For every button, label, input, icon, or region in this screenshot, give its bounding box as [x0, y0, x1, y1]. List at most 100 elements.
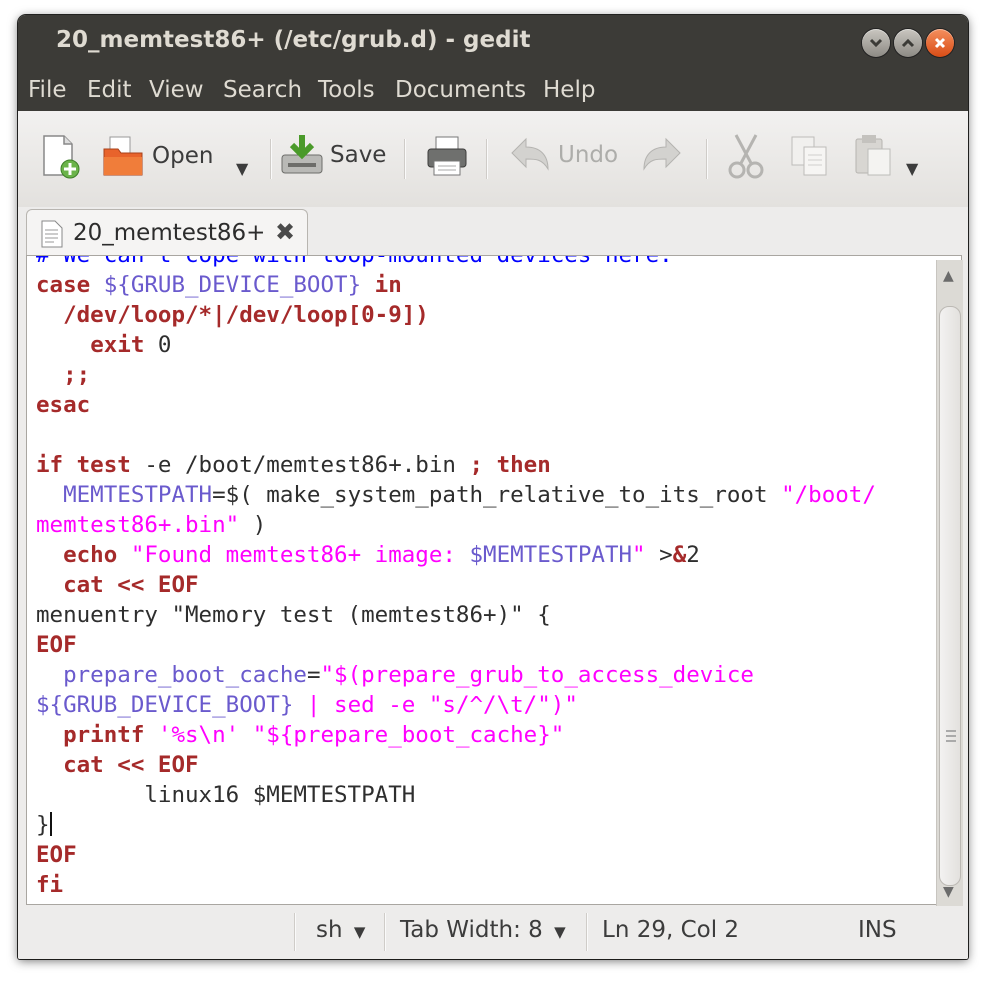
tab-close-icon[interactable]: ✖ [275, 218, 295, 246]
code-line: ;; [36, 360, 876, 390]
code-token: ; [469, 452, 484, 478]
code-token: MEMTESTPATH [63, 482, 213, 508]
menu-documents[interactable]: Documents [395, 77, 526, 103]
code-token: then [496, 452, 551, 478]
paste-button[interactable] [854, 133, 894, 177]
code-token: linux16 $MEMTESTPATH [36, 782, 416, 808]
open-recent-dropdown[interactable]: ▼ [236, 159, 248, 178]
open-label: Open [152, 143, 214, 169]
code-token: cat [63, 752, 104, 778]
code-area[interactable]: # We can't cope with loop-mounted device… [36, 255, 876, 900]
scroll-down-icon[interactable]: ▼ [943, 884, 954, 900]
redo-button[interactable] [640, 135, 684, 175]
maximize-button[interactable] [894, 29, 922, 57]
code-token: )" [550, 692, 578, 718]
code-token: in [374, 272, 402, 298]
code-token: memtest86+.bin" [36, 512, 240, 538]
grip-icon [946, 727, 956, 745]
code-line: EOF [36, 840, 876, 870]
menu-help[interactable]: Help [543, 77, 595, 103]
text-file-icon [41, 220, 63, 248]
code-line: echo "Found memtest86+ image: $MEMTESTPA… [36, 540, 876, 570]
vertical-scrollbar[interactable]: ▲ ▼ [936, 260, 963, 906]
text-editor[interactable]: # We can't cope with loop-mounted device… [26, 255, 962, 905]
save-icon [281, 135, 323, 174]
tab-bar: 20_memtest86+ ✖ [18, 207, 968, 257]
code-token: | sed -e [293, 692, 429, 718]
undo-icon [511, 137, 549, 171]
tab-label: 20_memtest86+ [73, 220, 266, 246]
code-token: ) [239, 512, 267, 538]
code-token: & [672, 542, 687, 568]
toolbar: Open ▼ Save Undo ▼ [18, 111, 968, 207]
code-token: ${GRUB_DEVICE_BOOT} [36, 692, 294, 718]
save-button[interactable]: Save [280, 133, 386, 177]
cut-icon [728, 134, 764, 179]
chevron-down-icon: ▼ [353, 923, 366, 941]
menu-search[interactable]: Search [223, 77, 302, 103]
menu-view[interactable]: View [149, 77, 204, 103]
open-button[interactable]: Open [102, 133, 213, 179]
undo-label: Undo [558, 142, 619, 168]
print-button[interactable] [426, 135, 468, 177]
code-token: esac [36, 392, 91, 418]
code-line: EOF [36, 630, 876, 660]
tab-width-selector[interactable]: Tab Width: 8 ▼ [400, 917, 566, 943]
menu-tools[interactable]: Tools [318, 77, 375, 103]
code-line: /dev/loop/*|/dev/loop[0-9]) [36, 300, 876, 330]
tab-document[interactable]: 20_memtest86+ ✖ [26, 209, 308, 257]
more-toolbar-dropdown[interactable]: ▼ [906, 159, 918, 178]
code-token: fi [36, 872, 64, 898]
code-token: EOF [36, 842, 77, 868]
insert-mode: INS [858, 917, 897, 943]
code-token: ;; [63, 362, 91, 388]
chevron-down-icon: ▼ [554, 923, 566, 941]
copy-button[interactable] [790, 135, 830, 177]
window-title: 20_memtest86+ (/etc/grub.d) - gedit [56, 27, 531, 53]
code-line: esac [36, 390, 876, 420]
menu-file[interactable]: File [28, 77, 67, 103]
language-label: sh [316, 917, 343, 943]
code-line: memtest86+.bin" ) [36, 510, 876, 540]
code-token: prepare_boot_cache [63, 662, 307, 688]
code-token: if [36, 452, 64, 478]
scrollbar-thumb[interactable] [939, 306, 961, 886]
menu-edit[interactable]: Edit [87, 77, 132, 103]
close-button[interactable] [926, 29, 954, 57]
title-bar: 20_memtest86+ (/etc/grub.d) - gedit [18, 15, 968, 69]
code-line: fi [36, 870, 876, 900]
new-button[interactable] [40, 133, 82, 181]
code-token: = [306, 662, 321, 688]
minimize-button[interactable] [862, 29, 890, 57]
cut-button[interactable] [726, 133, 766, 179]
code-token: ${GRUB_DEVICE_BOOT} [103, 272, 362, 298]
undo-button[interactable]: Undo [508, 135, 618, 175]
code-line: MEMTESTPATH=$( make_system_path_relative… [36, 480, 876, 510]
tab-width-label: Tab Width: 8 [400, 917, 543, 943]
code-token: "/boot/ [781, 482, 876, 508]
code-token: test [76, 452, 131, 478]
status-bar: sh ▼ Tab Width: 8 ▼ Ln 29, Col 2 INS [18, 907, 968, 959]
code-line: } [36, 810, 876, 840]
scroll-up-icon[interactable]: ▲ [943, 268, 954, 284]
code-token: " [632, 542, 646, 568]
code-token: "$(prepare_grub_to_access_device [320, 662, 754, 688]
code-token: # We can't cope with loop-mounted device… [36, 255, 673, 268]
code-token: cat [63, 572, 104, 598]
language-selector[interactable]: sh ▼ [316, 917, 365, 943]
code-line: exit 0 [36, 330, 876, 360]
code-line: ${GRUB_DEVICE_BOOT} | sed -e "s/^/\t/")" [36, 690, 876, 720]
code-line: case ${GRUB_DEVICE_BOOT} in [36, 270, 876, 300]
